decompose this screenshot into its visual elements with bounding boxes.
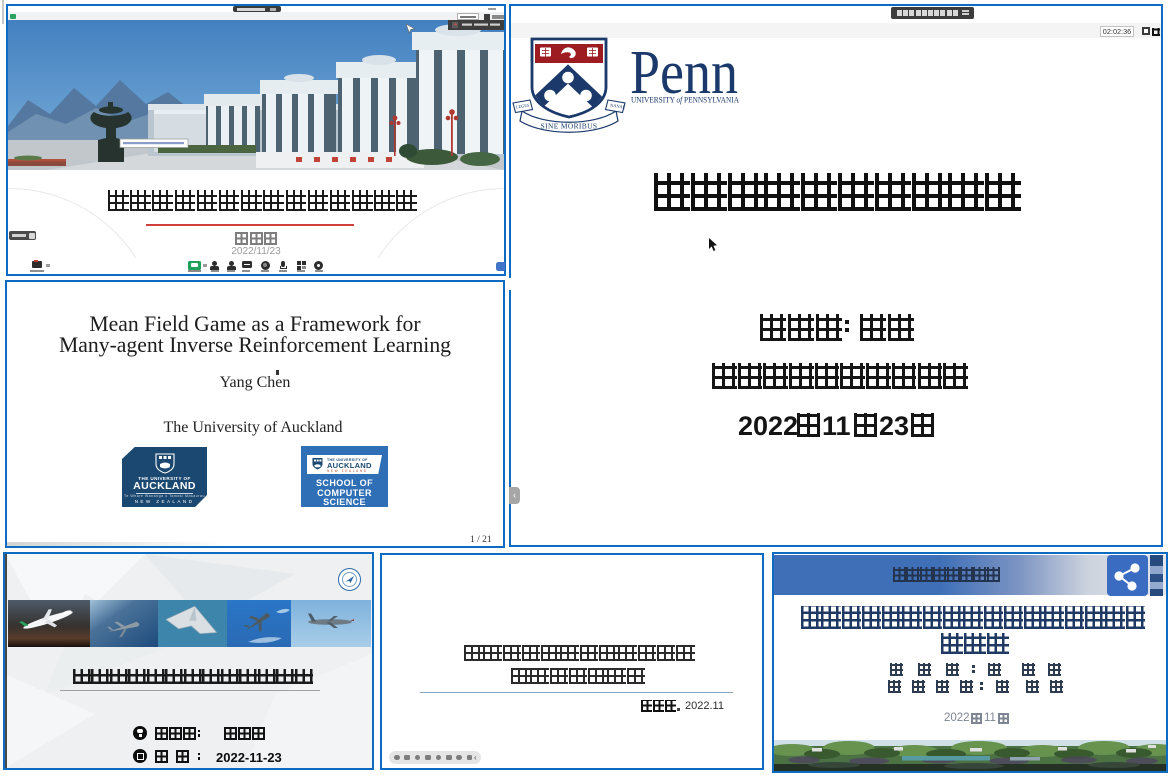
svg-text:SINE MORIBUS: SINE MORIBUS <box>541 122 598 131</box>
svg-text:UNIVERSITY of PENNSYLVANIA: UNIVERSITY of PENNSYLVANIA <box>631 95 740 105</box>
